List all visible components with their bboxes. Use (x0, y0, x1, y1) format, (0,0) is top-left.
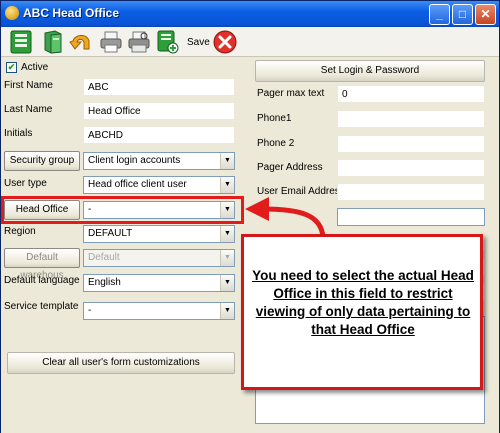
pager-max-text-label: Pager max text (257, 88, 325, 99)
default-language-select[interactable]: English ▼ (83, 274, 235, 292)
security-group-select[interactable]: Client login accounts ▼ (83, 152, 235, 170)
set-login-password-button[interactable]: Set Login & Password (255, 60, 485, 82)
user-email-label: User Email Address (257, 186, 345, 197)
region-value: DEFAULT (88, 228, 133, 239)
phone1-field[interactable] (337, 110, 485, 128)
active-checkbox[interactable]: ✔ (6, 62, 17, 73)
phone2-label: Phone 2 (257, 138, 295, 149)
last-name-field[interactable]: Head Office (83, 102, 235, 120)
title-bar[interactable]: ABC Head Office _ □ ✕ (1, 1, 499, 27)
chevron-down-icon[interactable]: ▼ (220, 226, 234, 242)
print-preview-icon[interactable] (127, 30, 151, 54)
default-language-value: English (88, 277, 121, 288)
service-template-label: Service template (4, 301, 79, 312)
chevron-down-icon[interactable]: ▼ (220, 153, 234, 169)
book-icon[interactable] (41, 30, 65, 54)
user-email-field[interactable] (337, 183, 485, 201)
text-field-blank-1[interactable] (337, 208, 485, 226)
default-warehouse-value: Default (88, 252, 120, 263)
region-select[interactable]: DEFAULT ▼ (83, 225, 235, 243)
minimize-icon: _ (436, 7, 443, 21)
active-label: Active (21, 62, 49, 73)
chevron-down-icon: ▼ (220, 250, 234, 266)
initials-label: Initials (4, 128, 33, 139)
toolbar: Save (1, 27, 499, 57)
app-icon (5, 6, 19, 20)
pager-address-field[interactable] (337, 159, 485, 177)
pager-max-text-field[interactable]: 0 (337, 85, 485, 103)
pager-address-label: Pager Address (257, 162, 323, 173)
security-group-button[interactable]: Security group (4, 151, 80, 171)
application-window: ABC Head Office _ □ ✕ Save ✔ Active Firs… (0, 0, 500, 433)
service-template-value: - (88, 305, 92, 316)
default-warehouse-button: Default warehous (4, 248, 80, 281)
user-type-select[interactable]: Head office client user ▼ (83, 176, 235, 194)
default-language-label: Default language (4, 275, 80, 286)
region-label: Region (4, 226, 36, 237)
maximize-button[interactable]: □ (452, 4, 473, 25)
service-template-select[interactable]: - ▼ (83, 302, 235, 320)
annotation-callout: You need to select the actual Head Offic… (241, 234, 483, 390)
head-office-highlight (1, 196, 244, 224)
first-name-label: First Name (4, 80, 53, 91)
clear-customizations-button[interactable]: Clear all user's form customizations (7, 352, 235, 374)
phone2-field[interactable] (337, 135, 485, 153)
user-type-label: User type (4, 178, 47, 189)
delete-icon[interactable] (213, 30, 237, 54)
save-green-icon[interactable] (9, 30, 33, 54)
initials-field[interactable]: ABCHD (83, 126, 235, 144)
last-name-label: Last Name (4, 104, 53, 115)
undo-icon[interactable] (69, 30, 93, 54)
chevron-down-icon[interactable]: ▼ (220, 303, 234, 319)
user-type-value: Head office client user (88, 179, 187, 190)
close-icon: ✕ (480, 7, 491, 21)
minimize-button[interactable]: _ (429, 4, 450, 25)
window-title: ABC Head Office (23, 6, 120, 20)
phone1-label: Phone1 (257, 113, 292, 124)
default-warehouse-select: Default ▼ (83, 249, 235, 267)
save-label[interactable]: Save (187, 37, 210, 48)
add-record-icon[interactable] (155, 30, 179, 54)
chevron-down-icon[interactable]: ▼ (220, 177, 234, 193)
callout-text: You need to select the actual Head Offic… (252, 268, 474, 337)
security-group-value: Client login accounts (88, 155, 181, 166)
maximize-icon: □ (458, 7, 467, 21)
printer-icon[interactable] (99, 30, 123, 54)
first-name-field[interactable]: ABC (83, 78, 235, 96)
close-button[interactable]: ✕ (475, 4, 496, 25)
chevron-down-icon[interactable]: ▼ (220, 275, 234, 291)
